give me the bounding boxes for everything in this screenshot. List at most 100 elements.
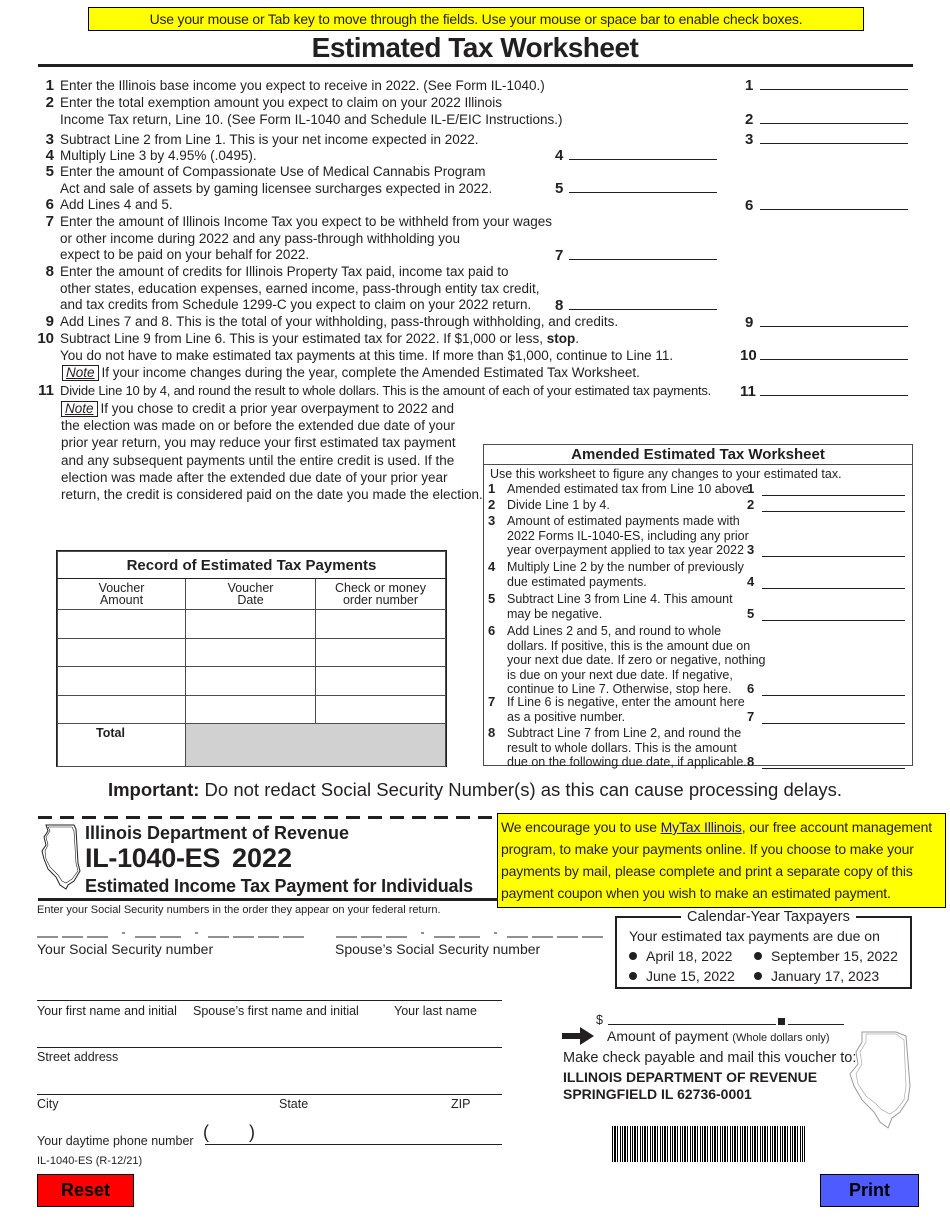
voucher-date-cell[interactable]: [185, 666, 316, 696]
amended-worksheet: Amended Estimated Tax Worksheet Use this…: [483, 444, 913, 769]
line-8-input[interactable]: [569, 294, 717, 310]
payment-dollars-input[interactable]: [608, 1010, 776, 1025]
amended-line-3-input[interactable]: [762, 543, 905, 557]
due-date: September 15, 2022: [754, 948, 898, 964]
line-text: other states, education expenses, earned…: [60, 280, 540, 296]
field-label-1: 1: [745, 77, 754, 94]
line-number: 5: [488, 591, 496, 606]
check-number-cell[interactable]: [315, 637, 446, 667]
amended-line-8-input[interactable]: [762, 755, 905, 769]
line-text: due estimated payments.: [507, 574, 647, 589]
line-text: as a positive number.: [507, 709, 626, 724]
line-text: Income Tax return, Line 10. (See Form IL…: [60, 111, 563, 127]
amended-line-1-input[interactable]: [762, 482, 905, 496]
line-text: Enter the amount of credits for Illinois…: [60, 264, 509, 279]
phone-area-open: (: [203, 1122, 209, 1142]
amended-line-7-input[interactable]: [762, 710, 905, 724]
line-7-input[interactable]: [569, 244, 717, 260]
line-number: 10: [37, 330, 54, 347]
line-text: Add Lines 2 and 5, and round to whole: [507, 624, 722, 638]
line-text: may be negative.: [507, 606, 603, 621]
line-text: expect to be paid on your behalf for 202…: [60, 247, 310, 262]
voucher-amount-cell[interactable]: [56, 637, 187, 667]
voucher-amount-cell[interactable]: [56, 666, 187, 696]
field-label-7: 7: [555, 247, 564, 264]
due-date: January 17, 2023: [754, 968, 879, 984]
worksheet-title: Estimated Tax Worksheet: [311, 32, 639, 63]
form-year: 2022: [232, 843, 293, 873]
field-label: 8: [747, 754, 755, 769]
ssn-segments: [336, 932, 603, 938]
line-10-input[interactable]: [760, 344, 908, 360]
line-text: and tax credits from Schedule 1299-C you…: [60, 297, 532, 312]
line-text: Divide Line 1 by 4.: [507, 498, 610, 512]
line-2-input[interactable]: [760, 108, 908, 124]
line-text: dollars. If positive, this is the amount…: [507, 638, 751, 653]
line-text: Multiply Line 2 by the number of previou…: [507, 560, 744, 574]
amended-line-4-input[interactable]: [762, 575, 905, 589]
voucher-amount-cell[interactable]: [56, 694, 187, 724]
line-number: 1: [45, 77, 54, 94]
voucher-date-cell[interactable]: [185, 637, 316, 667]
line-number: 2: [45, 94, 54, 111]
amended-line-5-input[interactable]: [762, 607, 905, 621]
stop-word: stop: [546, 331, 576, 346]
street-address-input[interactable]: [37, 1032, 502, 1048]
spouse-ssn-input[interactable]: [336, 924, 608, 938]
field-label-4: 4: [555, 147, 564, 164]
field-label-8: 8: [555, 297, 564, 314]
ssn-instruction: Enter your Social Security numbers in th…: [37, 904, 441, 916]
street-address-label: Street address: [37, 1050, 119, 1064]
line-text: Add Lines 4 and 5.: [60, 197, 173, 212]
line-text: Subtract Line 7 from Line 2, and round t…: [507, 726, 742, 740]
amended-intro: Use this worksheet to figure any changes…: [490, 467, 842, 481]
calendar-year-box: Calendar-Year Taxpayers Your estimated t…: [615, 909, 912, 989]
line-11-input[interactable]: [760, 380, 908, 396]
mytax-illinois-link[interactable]: MyTax Illinois: [661, 819, 742, 835]
spouse-name-label: Spouse’s first name and initial: [193, 1004, 359, 1018]
line-text: Subtract Line 3 from Line 4. This amount: [507, 592, 733, 606]
voucher-date-cell[interactable]: [185, 609, 316, 639]
line-4-input[interactable]: [569, 144, 717, 160]
total-cell[interactable]: Total: [56, 723, 187, 767]
your-ssn-label: Your Social Security number: [37, 941, 214, 957]
first-name-label: Your first name and initial: [37, 1004, 177, 1018]
check-number-cell[interactable]: [315, 609, 446, 639]
payment-cents-input[interactable]: [788, 1010, 844, 1025]
line-text: year overpayment applied to tax year 202…: [507, 543, 744, 557]
illinois-map-outline-icon: [849, 1031, 911, 1129]
your-ssn-input[interactable]: [37, 924, 309, 938]
voucher-date-cell[interactable]: [185, 694, 316, 724]
line-9-input[interactable]: [760, 311, 908, 327]
column-header: Check or money order number: [315, 578, 446, 610]
note-text: prior year return, you may reduce your f…: [61, 435, 456, 451]
line-number: 3: [488, 513, 496, 528]
table-row: [56, 666, 446, 696]
print-button[interactable]: Print: [820, 1174, 919, 1207]
field-label: 3: [747, 542, 755, 557]
name-input[interactable]: [37, 985, 502, 1001]
note-text: and any subsequent payments until the en…: [61, 452, 455, 468]
field-label-5: 5: [555, 180, 564, 197]
line-1-input[interactable]: [760, 74, 908, 90]
check-number-cell[interactable]: [315, 666, 446, 696]
line-6-input[interactable]: [760, 194, 908, 210]
column-header: Voucher Date: [185, 578, 316, 610]
line-5-input[interactable]: [569, 177, 717, 193]
voucher-amount-cell[interactable]: [56, 609, 187, 639]
ssn-segments: [37, 932, 304, 938]
line-text: or other income during 2022 and any pass…: [60, 230, 461, 246]
due-date: June 15, 2022: [629, 968, 735, 984]
city-state-zip-input[interactable]: [37, 1079, 502, 1095]
note-text: return, the credit is considered paid on…: [61, 487, 483, 503]
field-label: 7: [747, 708, 755, 724]
line-text: your next due date. If zero or negative,…: [507, 653, 766, 667]
check-number-cell[interactable]: [315, 694, 446, 724]
line-number: 7: [488, 694, 496, 709]
amended-line-2-input[interactable]: [762, 498, 905, 512]
amended-line-6-input[interactable]: [762, 682, 905, 696]
line-3-input[interactable]: [760, 128, 908, 144]
reset-button[interactable]: Reset: [37, 1174, 134, 1207]
form-subtitle: Estimated Income Tax Payment for Individ…: [85, 876, 473, 896]
state-label: State: [279, 1097, 309, 1111]
